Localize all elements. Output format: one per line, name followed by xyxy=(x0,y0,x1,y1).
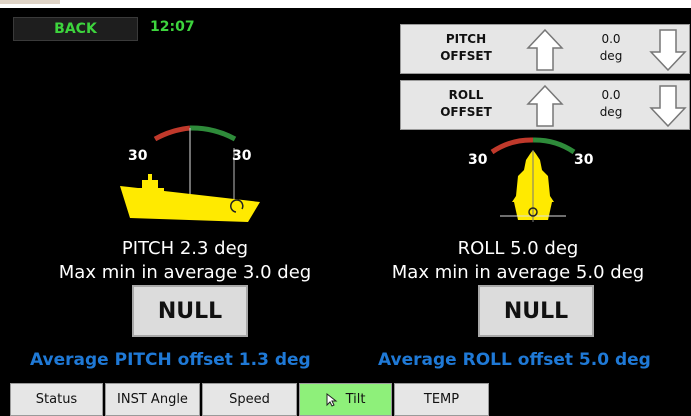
back-button[interactable]: BACK xyxy=(13,17,138,41)
pitch-offset-label: PITCH OFFSET xyxy=(440,32,492,63)
tab-temp[interactable]: TEMP xyxy=(394,383,489,416)
roll-gauge-green-arc xyxy=(532,137,576,155)
roll-offset-label: ROLL OFFSET xyxy=(440,88,492,119)
pitch-offset-down-arrow-icon[interactable] xyxy=(649,28,687,72)
pitch-offset-up-arrow-icon[interactable] xyxy=(526,28,564,72)
ship-front-icon xyxy=(500,150,566,222)
tab-tilt[interactable]: Tilt xyxy=(299,383,392,416)
pitch-offset-value: 0.0 deg xyxy=(599,32,623,63)
pitch-null-button[interactable]: NULL xyxy=(132,285,248,337)
tab-speed[interactable]: Speed xyxy=(202,383,297,416)
roll-offset-value: 0.0 deg xyxy=(599,88,623,119)
roll-null-button[interactable]: NULL xyxy=(478,285,594,337)
roll-gauge xyxy=(490,137,576,222)
bottom-tab-bar: Status INST Angle Speed Tilt TEMP xyxy=(10,383,491,416)
tab-tilt-label: Tilt xyxy=(345,392,366,407)
roll-offset-down-arrow-icon[interactable] xyxy=(649,84,687,128)
roll-scale-right: 30 xyxy=(574,152,594,168)
pitch-scale-right: 30 xyxy=(232,148,252,164)
pitch-gauge xyxy=(120,125,260,222)
pitch-average-offset: Average PITCH offset 1.3 deg xyxy=(30,350,311,370)
pitch-reading: PITCH 2.3 deg xyxy=(121,238,249,259)
roll-maxmin: Max min in average 5.0 deg xyxy=(391,262,645,283)
top-strip xyxy=(0,0,691,8)
mouse-pointer-icon xyxy=(326,392,338,407)
pitch-maxmin: Max min in average 3.0 deg xyxy=(58,262,312,283)
clock: 12:07 xyxy=(150,19,195,35)
roll-gauge-red-arc xyxy=(490,137,534,155)
roll-offset-up-arrow-icon[interactable] xyxy=(526,84,564,128)
roll-scale-left: 30 xyxy=(468,152,488,168)
tab-inst-angle[interactable]: INST Angle xyxy=(105,383,200,416)
roll-average-offset: Average ROLL offset 5.0 deg xyxy=(378,350,651,370)
pitch-scale-left: 30 xyxy=(128,148,148,164)
pitch-gauge-red-arc xyxy=(153,125,191,142)
top-strip-accent xyxy=(0,0,60,4)
roll-reading: ROLL 5.0 deg xyxy=(457,238,579,259)
pitch-gauge-green-arc xyxy=(189,125,237,142)
pitch-offset-panel: PITCH OFFSET 0.0 deg xyxy=(400,24,690,74)
tab-status[interactable]: Status xyxy=(10,383,103,416)
roll-offset-panel: ROLL OFFSET 0.0 deg xyxy=(400,80,690,130)
